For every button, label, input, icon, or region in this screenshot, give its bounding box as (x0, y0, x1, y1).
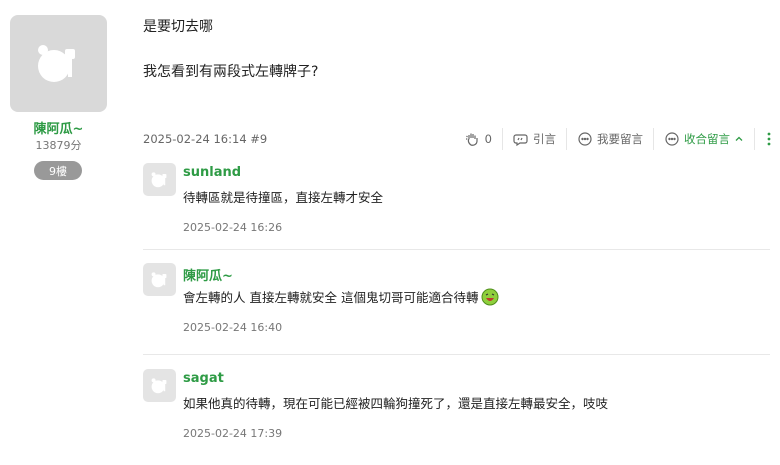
quote-button[interactable]: 引言 (502, 128, 566, 150)
collapse-comments-button[interactable]: 收合留言 (653, 128, 754, 150)
kebab-menu-icon (767, 132, 771, 146)
reply-button[interactable]: 我要留言 (566, 128, 653, 150)
default-avatar-icon (151, 171, 166, 187)
green-laughing-face-icon (481, 288, 499, 305)
floor-badge: 9樓 (34, 161, 82, 180)
clap-hand-icon (465, 133, 478, 146)
comment-time: 2025-02-24 16:26 (183, 221, 283, 234)
commenter-avatar[interactable] (143, 163, 176, 196)
commenter-avatar[interactable] (143, 263, 176, 296)
post-meta-bar: 2025-02-24 16:14 #9 0 引言 我要留言 收合留言 (143, 126, 773, 152)
comment-time: 2025-02-24 16:40 (183, 321, 283, 334)
commenter-name[interactable]: 陳阿瓜~ (183, 265, 233, 284)
reply-label: 我要留言 (597, 132, 643, 146)
collapse-label: 收合留言 (684, 132, 730, 146)
comment-divider (143, 249, 770, 250)
comment-bubble-icon (578, 132, 592, 146)
comment-text: 如果他真的待轉，現在可能已經被四輪狗撞死了，還是直接左轉最安全，吱吱 (183, 396, 609, 411)
post-text-line-2: 我怎看到有兩段式左轉牌子? (143, 64, 319, 80)
gp-count: 0 (484, 132, 492, 146)
commenter-avatar[interactable] (143, 369, 176, 402)
default-avatar-icon (151, 377, 166, 393)
quote-label: 引言 (533, 132, 556, 146)
author-name[interactable]: 陳阿瓜~ (0, 118, 117, 137)
commenter-name[interactable]: sunland (183, 165, 241, 180)
comment-text: 待轉區就是待撞區，直接左轉才安全 (183, 190, 384, 205)
author-avatar[interactable] (10, 15, 107, 112)
post-text-line-1: 是要切去哪 (143, 19, 213, 35)
default-avatar-icon (151, 271, 166, 287)
comment-divider (143, 354, 770, 355)
comment-text: 會左轉的人 直接左轉就安全 這個鬼切哥可能適合待轉 (183, 287, 499, 306)
chevron-up-icon (735, 136, 743, 141)
gp-button[interactable]: 0 (455, 128, 502, 150)
commenter-name[interactable]: sagat (183, 371, 224, 386)
default-avatar-icon (37, 44, 75, 82)
author-score: 13879分 (35, 139, 82, 152)
comment-bubble-icon (665, 132, 679, 146)
more-menu-button[interactable] (754, 128, 773, 150)
quote-bubble-icon (513, 134, 528, 147)
comment-time: 2025-02-24 17:39 (183, 427, 283, 440)
post-date: 2025-02-24 16:14 #9 (143, 132, 268, 146)
